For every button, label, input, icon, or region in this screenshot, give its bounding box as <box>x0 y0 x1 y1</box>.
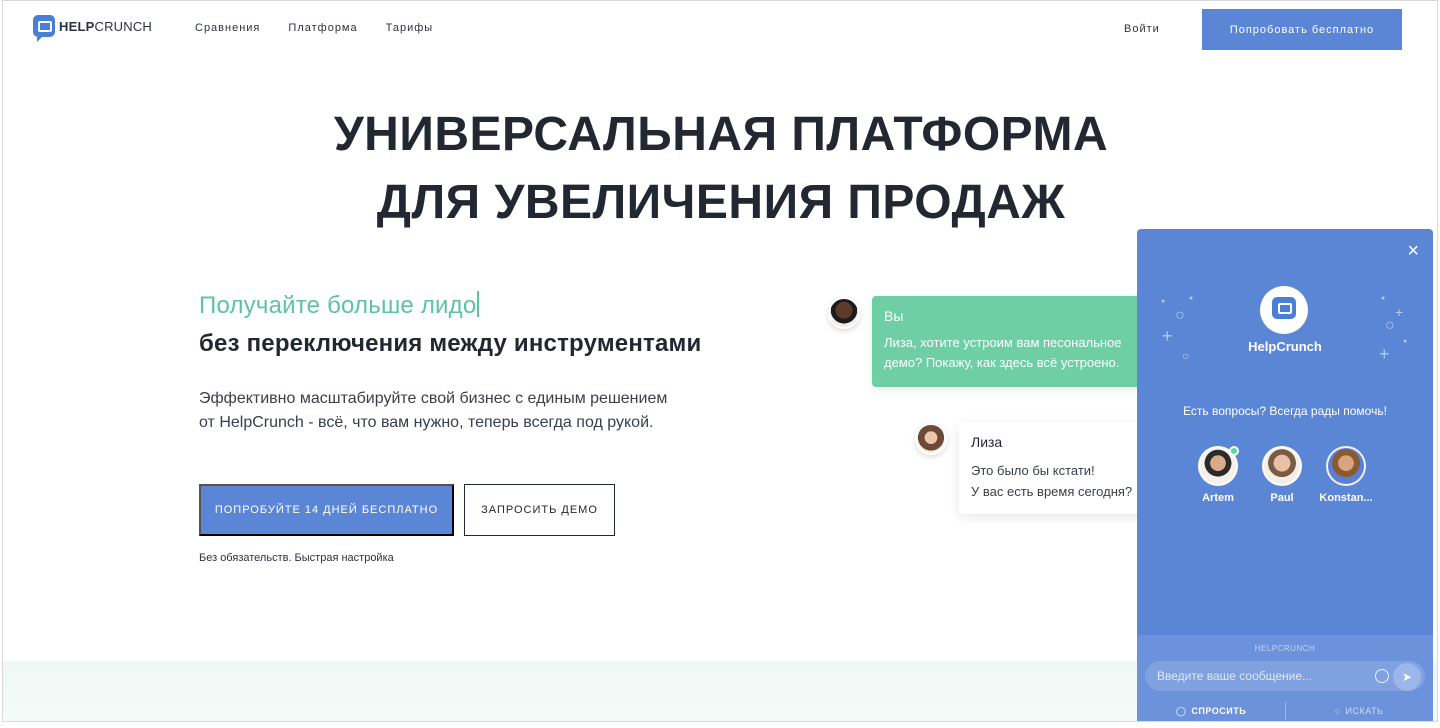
agent-paul: Paul <box>1261 446 1303 504</box>
hero-title-line-1: УНИВЕРСАЛЬНАЯ ПЛАТФОРМА <box>333 108 1109 161</box>
decor-dot-icon: ● <box>1381 295 1386 302</box>
agent-list: Artem Paul Konstan... <box>1197 446 1373 504</box>
hero-subtitle: без переключения между инструментами <box>199 330 702 357</box>
avatar <box>1326 446 1366 486</box>
typed-headline: Получайте больше лидо <box>199 291 480 320</box>
avatar <box>1198 446 1239 486</box>
hero-description-line-2: от HelpCrunch - всё, что вам нужно, тепе… <box>199 414 654 431</box>
widget-tabs: ◯ СПРОСИТЬ ○ ИСКАТЬ <box>1137 699 1433 721</box>
decor-ring-icon: ○ <box>1385 317 1395 334</box>
logo-text: HELPCRUNCH <box>59 18 153 34</box>
nav-item-pricing[interactable]: Тарифы <box>386 22 434 34</box>
powered-by-label: HELPCRUNCH <box>1254 644 1316 653</box>
page-frame: HELPCRUNCH Сравнения Платформа Тарифы Во… <box>2 0 1438 722</box>
search-icon: ○ <box>1334 706 1341 716</box>
hero-description: Эффективно масштабируйте свой бизнес с е… <box>199 387 719 435</box>
hero-title: УНИВЕРСАЛЬНАЯ ПЛАТФОРМА ДЛЯ УВЕЛИЧЕНИЯ П… <box>3 101 1437 237</box>
widget-footer: HELPCRUNCH Введите ваше сообщение... ➤ ◯… <box>1137 635 1433 721</box>
helpcrunch-logo[interactable]: HELPCRUNCH <box>33 15 153 42</box>
hero-description-line-1: Эффективно масштабируйте свой бизнес с е… <box>199 390 668 407</box>
decor-ring-icon: ○ <box>1175 307 1185 324</box>
request-demo-button[interactable]: ЗАПРОСИТЬ ДЕМО <box>464 484 615 536</box>
message-input-placeholder: Введите ваше сообщение... <box>1157 669 1313 683</box>
emoji-icon[interactable] <box>1375 669 1389 683</box>
chat-bubble-liza: Лиза Это было бы кстати! У вас есть врем… <box>959 422 1159 514</box>
avatar-you <box>828 297 860 329</box>
start-trial-button[interactable]: ПОПРОБУЙТЕ 14 ДНЕЙ БЕСПЛАТНО <box>199 484 454 536</box>
typing-cursor <box>477 291 480 317</box>
helpcrunch-logo-icon <box>33 15 55 42</box>
try-free-button[interactable]: Попробовать бесплатно <box>1202 9 1402 50</box>
chat-message-liza-line-2: У вас есть время сегодня? <box>971 484 1133 499</box>
decor-plus-icon: + <box>1395 304 1404 320</box>
avatar <box>1262 446 1302 486</box>
agent-name: Konstan... <box>1319 492 1373 504</box>
online-status-icon <box>1229 446 1239 456</box>
chat-bubble-you: Вы Лиза, хотите устроим вам песональное … <box>872 296 1152 387</box>
typed-text: Получайте больше лидо <box>199 292 477 319</box>
login-link[interactable]: Войти <box>1124 23 1160 35</box>
decor-dot-icon: ● <box>1161 298 1166 305</box>
chat-bubble-icon: ◯ <box>1175 705 1187 716</box>
close-icon[interactable]: × <box>1407 241 1419 261</box>
chat-message-liza: Это было бы кстати! У вас есть время сег… <box>971 460 1147 502</box>
chat-message-you: Лиза, хотите устроим вам песональное дем… <box>884 335 1122 370</box>
agent-artem: Artem <box>1197 446 1239 504</box>
widget-greeting: Есть вопросы? Всегда рады помочь! <box>1183 404 1387 418</box>
agent-name: Paul <box>1270 492 1294 504</box>
chat-message-liza-line-1: Это было бы кстати! <box>971 463 1095 478</box>
decor-dot-icon: ● <box>1189 295 1194 302</box>
tab-divider <box>1285 702 1286 720</box>
chat-widget: × ● ● ○ + ○ ● + ○ ● + HelpCrunch Есть во… <box>1137 229 1433 721</box>
hero-title-line-2: ДЛЯ УВЕЛИЧЕНИЯ ПРОДАЖ <box>376 176 1066 229</box>
tab-ask-label: СПРОСИТЬ <box>1191 706 1247 716</box>
agent-name: Artem <box>1202 492 1234 504</box>
widget-brand: HelpCrunch <box>1248 339 1322 354</box>
agent-konstantin: Konstan... <box>1319 446 1373 504</box>
no-obligation-note: Без обязательств. Быстрая настройка <box>199 552 394 564</box>
nav-item-comparisons[interactable]: Сравнения <box>195 22 260 34</box>
tab-search[interactable]: ○ ИСКАТЬ <box>1285 699 1433 721</box>
nav-item-platform[interactable]: Платформа <box>288 22 357 34</box>
main-nav: Сравнения Платформа Тарифы <box>195 22 433 34</box>
avatar-liza <box>915 423 947 455</box>
tab-search-label: ИСКАТЬ <box>1345 706 1384 716</box>
tab-ask[interactable]: ◯ СПРОСИТЬ <box>1137 699 1285 721</box>
helpcrunch-widget-logo-icon <box>1260 286 1308 334</box>
chat-sender-liza: Лиза <box>971 434 1003 450</box>
send-icon[interactable]: ➤ <box>1393 663 1421 691</box>
chat-sender-you: Вы <box>884 308 904 324</box>
